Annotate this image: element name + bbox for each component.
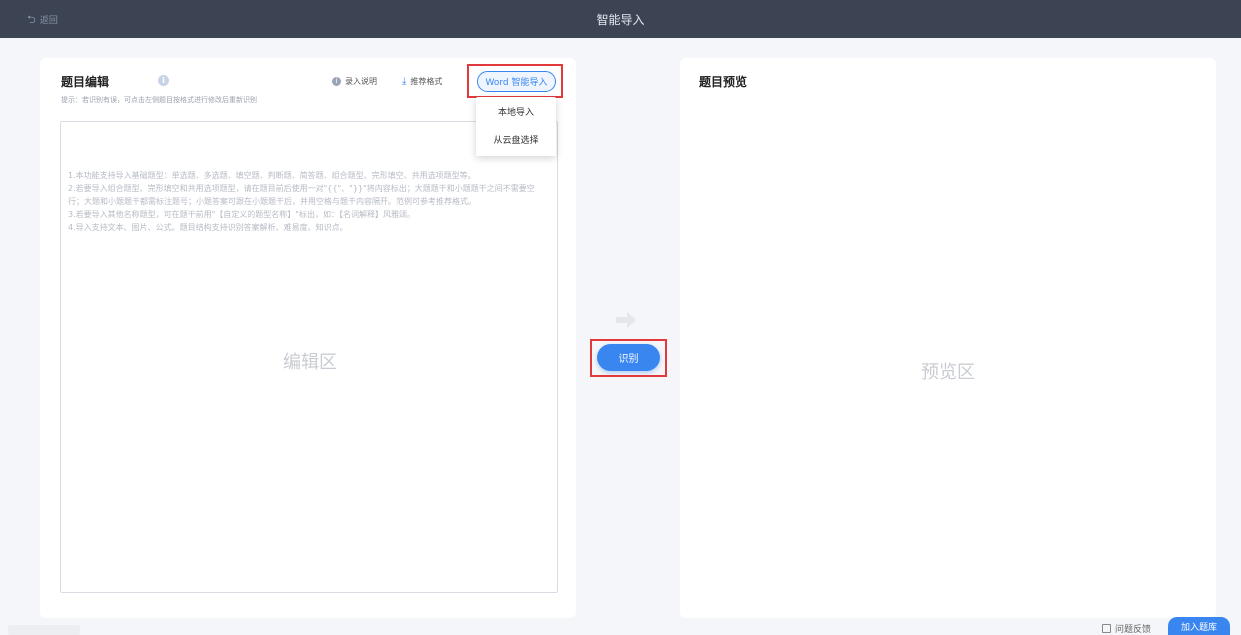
instruction-line: 2.若要导入组合题型、完形填空和共用选项题型，请在题目前后使用一对"{{"、"}…: [68, 184, 535, 206]
instruction-line: 3.若要导入其他名称题型，可在题干前用"【自定义的题型名称】"标出，如：【名词解…: [68, 210, 415, 219]
editor-area[interactable]: 1.本功能支持导入基础题型：单选题、多选题、填空题、判断题、简答题、组合题型、完…: [60, 121, 558, 593]
feedback-label: 问题反馈: [1115, 625, 1152, 635]
page-title: 智能导入: [596, 13, 645, 27]
dropdown-item-local-import[interactable]: 本地导入: [476, 99, 556, 127]
word-import-dropdown: 本地导入 从云盘选择: [476, 97, 556, 156]
highlight-box: [590, 339, 667, 377]
add-to-bank-button[interactable]: 加入题库: [1168, 617, 1230, 635]
preview-panel-title: 题目预览: [699, 75, 748, 89]
feedback-icon: [1102, 624, 1111, 633]
recommended-format-label: 推荐格式: [410, 77, 443, 86]
info-icon[interactable]: i: [158, 75, 169, 86]
dropdown-item-cloud-select[interactable]: 从云盘选择: [476, 127, 556, 155]
preview-panel: 题目预览 预览区: [680, 58, 1216, 618]
instruction-line: 4.导入支持文本、图片、公式。题目结构支持识别答案解析、难易度、知识点。: [68, 223, 348, 232]
editor-tip: 提示：若识别有误，可点击左侧题目按格式进行修改后重新识别: [61, 96, 257, 104]
instructions-text: 1.本功能支持导入基础题型：单选题、多选题、填空题、判断题、简答题、组合题型、完…: [68, 169, 548, 234]
editor-panel-title: 题目编辑: [61, 75, 110, 89]
import-description-label: 录入说明: [345, 77, 377, 86]
recommended-format-button[interactable]: ⤓ 推荐格式: [402, 76, 442, 87]
import-description-button[interactable]: i 录入说明: [332, 76, 377, 87]
preview-placeholder: 预览区: [921, 362, 975, 383]
info-circle-icon: i: [332, 77, 341, 86]
top-bar: ⮌ 返回 智能导入: [0, 0, 1241, 38]
download-icon: ⤓: [402, 76, 407, 87]
highlight-box: [467, 64, 563, 98]
editor-placeholder: 编辑区: [283, 352, 337, 373]
bottom-left-element: [8, 625, 80, 635]
instruction-line: 1.本功能支持导入基础题型：单选题、多选题、填空题、判断题、简答题、组合题型、完…: [68, 171, 476, 180]
feedback-button[interactable]: 问题反馈: [1102, 622, 1151, 635]
arrow-right-icon: [616, 312, 636, 328]
